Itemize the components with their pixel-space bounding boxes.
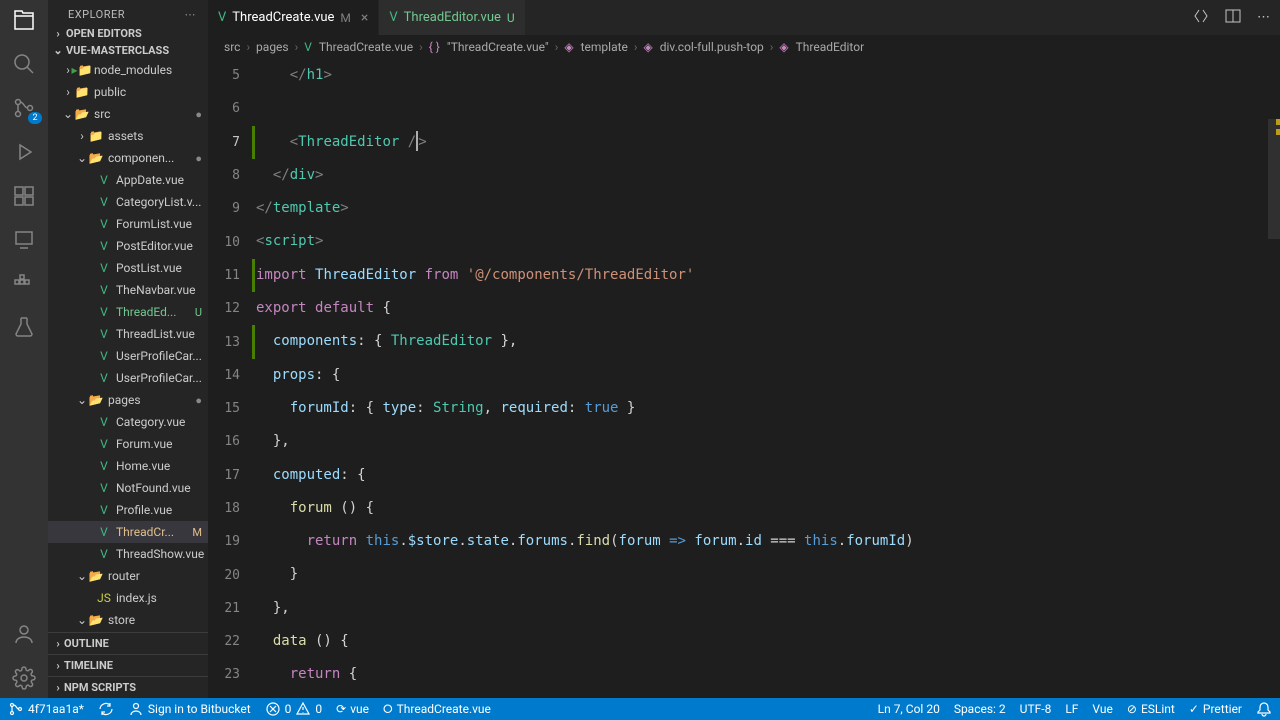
tree-file[interactable]: VForum.vue xyxy=(48,433,208,455)
breadcrumbs[interactable]: src› pages› VThreadCreate.vue› { }"Threa… xyxy=(208,35,1280,59)
status-bar: 4f71aa1a* Sign in to Bitbucket 0 0 ⟳vue … xyxy=(0,698,1280,720)
tree-file[interactable]: VAppDate.vue xyxy=(48,169,208,191)
tree-file[interactable]: VUserProfileCar... xyxy=(48,345,208,367)
tree-file[interactable]: VThreadList.vue xyxy=(48,323,208,345)
tag-icon: ◈ xyxy=(644,40,653,54)
explorer-icon[interactable] xyxy=(12,8,36,32)
file-tree: ›▸📁 node_modules ›📁 public ⌄📂 src ● ›📁 a… xyxy=(48,59,208,632)
docker-icon[interactable] xyxy=(12,272,36,296)
tree-file[interactable]: VTheNavbar.vue xyxy=(48,279,208,301)
split-icon[interactable] xyxy=(1225,8,1241,28)
status-prettier[interactable]: ✓Prettier xyxy=(1189,702,1242,716)
section-open-editors[interactable]: › OPEN EDITORS xyxy=(48,25,208,42)
chevron-down-icon: ⌄ xyxy=(52,44,64,57)
tree-folder[interactable]: ⌄📂 src ● xyxy=(48,103,208,125)
chevron-right-icon: › xyxy=(52,27,64,40)
tab-bar: V ThreadCreate.vue M × V ThreadEditor.vu… xyxy=(208,0,1280,35)
status-eol[interactable]: LF xyxy=(1065,702,1078,716)
code-editor[interactable]: 5 6 7 8 9 10 11 12 13 14 15 16 17 18 19 … xyxy=(208,59,1280,698)
tree-file[interactable]: VForumList.vue xyxy=(48,213,208,235)
status-bell-icon[interactable] xyxy=(1256,701,1272,717)
vue-icon: V xyxy=(389,10,397,25)
activity-bar: 2 xyxy=(0,0,48,698)
section-outline[interactable]: ›OUTLINE xyxy=(48,632,208,654)
tree-file[interactable]: VUserProfileCar... xyxy=(48,367,208,389)
close-icon[interactable]: × xyxy=(361,10,368,26)
braces-icon: { } xyxy=(429,40,440,54)
extensions-icon[interactable] xyxy=(12,184,36,208)
section-timeline[interactable]: ›TIMELINE xyxy=(48,654,208,676)
tree-file[interactable]: JSindex.js xyxy=(48,587,208,609)
account-icon[interactable] xyxy=(12,622,36,646)
status-file[interactable]: ⭘ThreadCreate.vue xyxy=(383,702,491,717)
more-icon[interactable]: ⋯ xyxy=(1257,10,1270,25)
test-icon[interactable] xyxy=(12,316,36,340)
tree-file[interactable]: VHome.vue xyxy=(48,455,208,477)
sidebar: EXPLORER ⋯ › OPEN EDITORS ⌄ VUE-MASTERCL… xyxy=(48,0,208,698)
status-eslint[interactable]: ⊘ESLint xyxy=(1127,702,1175,716)
tree-folder[interactable]: ⌄📂 componen... ● xyxy=(48,147,208,169)
status-problems[interactable]: 0 0 xyxy=(265,701,323,717)
status-mode[interactable]: Vue xyxy=(1092,702,1112,716)
status-encoding[interactable]: UTF-8 xyxy=(1020,702,1052,716)
tab-threadeditor[interactable]: V ThreadEditor.vue U xyxy=(379,0,525,35)
status-sync[interactable] xyxy=(98,701,114,717)
status-cursor[interactable]: Ln 7, Col 20 xyxy=(878,702,940,716)
vue-icon: V xyxy=(218,10,226,25)
minimap[interactable] xyxy=(1268,59,1280,698)
remote-icon[interactable] xyxy=(12,228,36,252)
tree-file-active[interactable]: VThreadCr...M xyxy=(48,521,208,543)
vue-icon: V xyxy=(304,40,312,54)
status-lang-server[interactable]: ⟳vue xyxy=(336,702,369,716)
tab-threadcreate[interactable]: V ThreadCreate.vue M × xyxy=(208,0,379,35)
search-icon[interactable] xyxy=(12,52,36,76)
scm-badge: 2 xyxy=(28,112,42,124)
tree-folder[interactable]: ⌄📂 pages ● xyxy=(48,389,208,411)
tree-file[interactable]: VPostEditor.vue xyxy=(48,235,208,257)
tree-file[interactable]: VThreadShow.vue xyxy=(48,543,208,565)
tag-icon: ◈ xyxy=(564,40,573,54)
tree-file[interactable]: VCategory.vue xyxy=(48,411,208,433)
sidebar-title: EXPLORER xyxy=(68,8,125,21)
gear-icon[interactable] xyxy=(12,666,36,690)
status-branch[interactable]: 4f71aa1a* xyxy=(8,701,84,717)
tree-file[interactable]: VProfile.vue xyxy=(48,499,208,521)
section-workspace[interactable]: ⌄ VUE-MASTERCLASS xyxy=(48,42,208,59)
code-content[interactable]: </h1> <ThreadEditor /> </div> </template… xyxy=(256,59,1280,698)
tree-file[interactable]: VThreadEd...U xyxy=(48,301,208,323)
line-gutter: 5 6 7 8 9 10 11 12 13 14 15 16 17 18 19 … xyxy=(208,59,256,698)
tree-file[interactable]: VCategoryList.v... xyxy=(48,191,208,213)
debug-icon[interactable] xyxy=(12,140,36,164)
tree-file[interactable]: VPostList.vue xyxy=(48,257,208,279)
more-icon[interactable]: ⋯ xyxy=(185,8,197,21)
status-signin[interactable]: Sign in to Bitbucket xyxy=(128,701,251,717)
editor-area: V ThreadCreate.vue M × V ThreadEditor.vu… xyxy=(208,0,1280,698)
status-spaces[interactable]: Spaces: 2 xyxy=(954,702,1006,716)
tree-folder[interactable]: ›📁 assets xyxy=(48,125,208,147)
compare-icon[interactable] xyxy=(1193,8,1209,28)
source-control-icon[interactable]: 2 xyxy=(12,96,36,120)
tree-folder[interactable]: ⌄📂 router xyxy=(48,565,208,587)
tree-folder[interactable]: ⌄📂 store xyxy=(48,609,208,631)
tree-folder[interactable]: ›▸📁 node_modules xyxy=(48,59,208,81)
section-npm-scripts[interactable]: ›NPM SCRIPTS xyxy=(48,676,208,698)
tag-icon: ◈ xyxy=(779,40,788,54)
tree-file[interactable]: VNotFound.vue xyxy=(48,477,208,499)
tree-folder[interactable]: ›📁 public xyxy=(48,81,208,103)
